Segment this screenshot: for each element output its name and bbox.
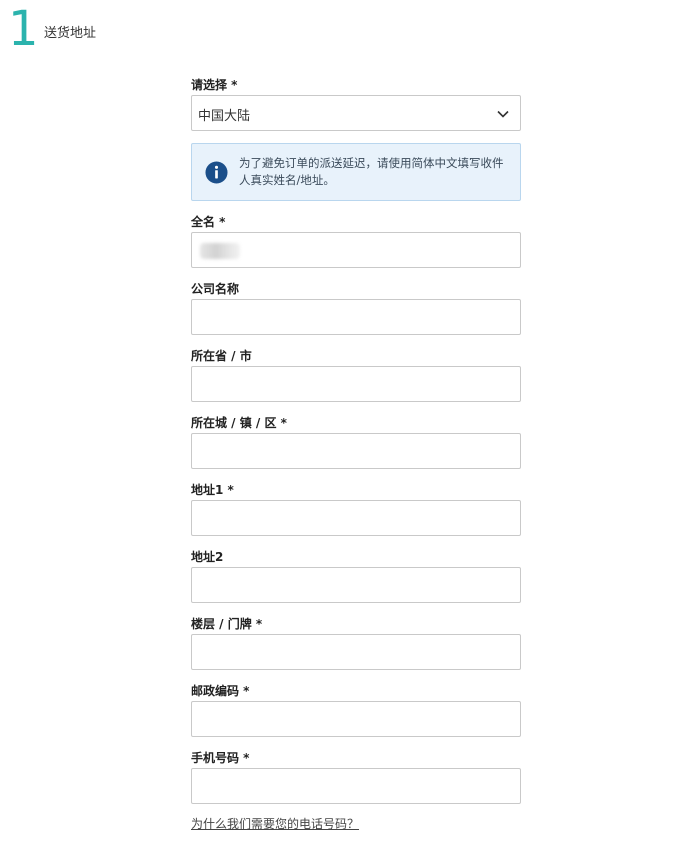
- country-select-value: 中国大陆: [198, 109, 251, 124]
- address1-label: 地址1 *: [191, 483, 234, 497]
- info-icon: [205, 161, 228, 184]
- phone-help-link[interactable]: 为什么我们需要您的电话号码？: [191, 815, 359, 832]
- step-header: 1 送货地址: [0, 0, 699, 60]
- notice-text: 为了避免订单的派送延迟，请使用简体中文填写收件人真实姓名/地址。: [239, 156, 504, 187]
- postcode-input[interactable]: [191, 701, 521, 737]
- city-label: 所在城 / 镇 / 区 *: [191, 416, 287, 430]
- step-number: 1: [8, 1, 39, 57]
- address-language-notice: 为了避免订单的派送延迟，请使用简体中文填写收件人真实姓名/地址。: [191, 143, 521, 201]
- country-label: 请选择 *: [191, 78, 238, 92]
- chevron-down-icon: [497, 110, 509, 118]
- address2-input[interactable]: [191, 567, 521, 603]
- address2-label: 地址2: [191, 550, 224, 564]
- company-input[interactable]: [191, 299, 521, 335]
- postcode-label: 邮政编码 *: [191, 684, 250, 698]
- province-label: 所在省 / 市: [191, 349, 252, 363]
- floor-input[interactable]: [191, 634, 521, 670]
- address1-input[interactable]: [191, 500, 521, 536]
- province-input[interactable]: [191, 366, 521, 402]
- city-input[interactable]: [191, 433, 521, 469]
- country-select[interactable]: 中国大陆: [191, 95, 521, 131]
- step-title: 送货地址: [44, 26, 97, 41]
- full-name-input[interactable]: [191, 232, 521, 268]
- full-name-label: 全名 *: [191, 215, 226, 229]
- floor-label: 楼层 / 门牌 *: [191, 617, 263, 631]
- company-label: 公司名称: [191, 282, 240, 296]
- redacted-name-blur: [200, 243, 240, 259]
- phone-label: 手机号码 *: [191, 751, 250, 765]
- phone-input[interactable]: [191, 768, 521, 804]
